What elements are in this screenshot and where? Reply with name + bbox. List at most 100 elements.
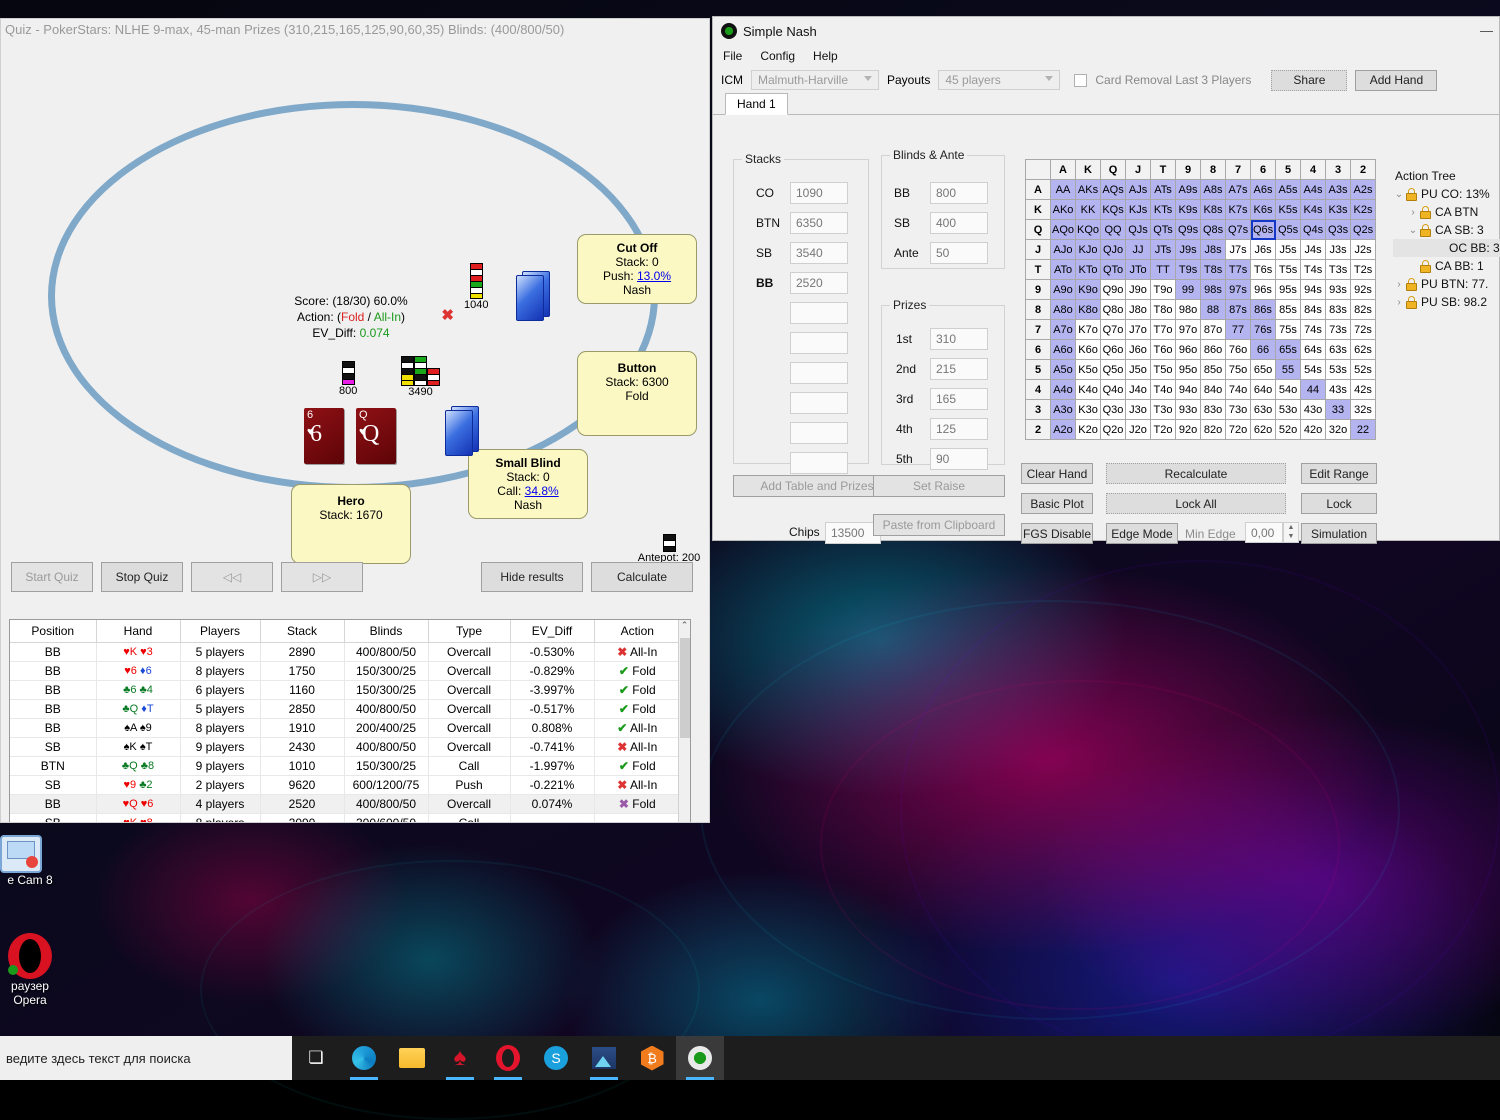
matrix-cell[interactable]: 94s bbox=[1300, 279, 1327, 300]
matrix-cell[interactable]: 85s bbox=[1275, 299, 1302, 320]
matrix-cell[interactable]: Q8s bbox=[1200, 219, 1227, 240]
matrix-cell[interactable]: 96o bbox=[1175, 339, 1202, 360]
matrix-cell[interactable]: K6o bbox=[1075, 339, 1102, 360]
matrix-cell[interactable]: K9o bbox=[1075, 279, 1102, 300]
matrix-cell[interactable]: Q2o bbox=[1100, 419, 1127, 440]
matrix-cell[interactable]: AQo bbox=[1049, 219, 1077, 240]
matrix-cell[interactable]: 86s bbox=[1250, 299, 1277, 320]
matrix-cell[interactable]: 72s bbox=[1350, 319, 1377, 340]
matrix-cell[interactable]: A4s bbox=[1300, 179, 1327, 200]
stack-value-field[interactable] bbox=[790, 302, 848, 324]
matrix-cell[interactable]: 32o bbox=[1325, 419, 1352, 440]
matrix-cell[interactable]: J6o bbox=[1125, 339, 1152, 360]
matrix-cell[interactable]: Q6s bbox=[1250, 219, 1277, 240]
chevron-right-icon[interactable]: › bbox=[1393, 297, 1405, 308]
icm-dropdown[interactable]: Malmuth-Harville bbox=[751, 70, 879, 90]
matrix-cell[interactable]: 84s bbox=[1300, 299, 1327, 320]
matrix-cell[interactable]: Q7o bbox=[1100, 319, 1127, 340]
taskbar-search-input[interactable]: ведите здесь текст для поиска bbox=[0, 1036, 292, 1080]
matrix-cell[interactable]: 84o bbox=[1200, 379, 1227, 400]
pokerstars-icon[interactable]: ♠ bbox=[436, 1036, 484, 1080]
matrix-cell[interactable]: 64s bbox=[1300, 339, 1327, 360]
lock-icon[interactable] bbox=[1419, 223, 1432, 237]
table-row[interactable]: SB ♥K ♥8 8 players 2090 300/600/50 Call bbox=[10, 813, 680, 822]
matrix-cell[interactable]: K8s bbox=[1200, 199, 1227, 220]
matrix-cell[interactable]: T4o bbox=[1150, 379, 1177, 400]
matrix-cell[interactable]: A7o bbox=[1049, 319, 1077, 340]
seat-small-blind[interactable]: Small Blind Stack: 0 Call: 34.8% Nash bbox=[468, 449, 588, 519]
matrix-cell[interactable]: AKo bbox=[1049, 199, 1077, 220]
matrix-cell[interactable]: J8o bbox=[1125, 299, 1152, 320]
action-tree-row[interactable]: › CA BTN bbox=[1393, 203, 1500, 221]
simple-nash-icon[interactable] bbox=[676, 1036, 724, 1080]
table-row[interactable]: BB ♠A ♠9 8 players 1910 200/400/25 Overcall 0.… bbox=[10, 718, 680, 738]
matrix-cell[interactable]: T9s bbox=[1175, 259, 1202, 280]
matrix-cell[interactable]: 82o bbox=[1200, 419, 1227, 440]
matrix-cell[interactable]: A9s bbox=[1175, 179, 1202, 200]
matrix-cell[interactable]: QJs bbox=[1125, 219, 1152, 240]
matrix-cell[interactable]: K5o bbox=[1075, 359, 1102, 380]
spinner-down-arrow[interactable]: ▼ bbox=[1284, 532, 1298, 541]
action-tree-row[interactable]: ⌄ PU CO: 13% bbox=[1393, 185, 1500, 203]
matrix-cell[interactable]: 74o bbox=[1225, 379, 1252, 400]
matrix-cell[interactable]: 92s bbox=[1350, 279, 1377, 300]
scrollbar-thumb[interactable] bbox=[680, 638, 690, 738]
matrix-cell[interactable]: 44 bbox=[1300, 379, 1327, 400]
stack-value-field[interactable]: 6350 bbox=[790, 212, 848, 234]
matrix-cell[interactable]: K5s bbox=[1275, 199, 1302, 220]
blind-value-field[interactable]: 50 bbox=[930, 242, 988, 264]
matrix-cell[interactable]: Q4o bbox=[1100, 379, 1127, 400]
matrix-cell[interactable]: 52o bbox=[1275, 419, 1302, 440]
matrix-cell[interactable]: AJs bbox=[1125, 179, 1152, 200]
matrix-cell[interactable]: QJo bbox=[1100, 239, 1127, 260]
matrix-cell[interactable]: A8o bbox=[1049, 299, 1077, 320]
matrix-cell[interactable]: J6s bbox=[1250, 239, 1277, 260]
stack-value-field[interactable]: 2520 bbox=[790, 272, 848, 294]
matrix-cell[interactable]: T5s bbox=[1275, 259, 1302, 280]
stack-value-field[interactable] bbox=[790, 392, 848, 414]
matrix-cell[interactable]: J2s bbox=[1350, 239, 1377, 260]
matrix-cell[interactable]: J2o bbox=[1125, 419, 1152, 440]
matrix-cell[interactable]: 72o bbox=[1225, 419, 1252, 440]
action-tree-row[interactable]: › PU SB: 98.2 bbox=[1393, 293, 1500, 311]
matrix-cell[interactable]: K3s bbox=[1325, 199, 1352, 220]
matrix-cell[interactable]: 87o bbox=[1200, 319, 1227, 340]
matrix-cell[interactable]: 94o bbox=[1175, 379, 1202, 400]
stack-value-field[interactable]: 3540 bbox=[790, 242, 848, 264]
matrix-cell[interactable]: A3s bbox=[1325, 179, 1352, 200]
spinner-up-arrow[interactable]: ▲ bbox=[1284, 523, 1298, 532]
prize-value-field[interactable]: 215 bbox=[930, 358, 988, 380]
action-tree-row[interactable]: OC BB: 3 bbox=[1393, 239, 1500, 257]
chevron-down-icon[interactable]: ⌄ bbox=[1407, 225, 1419, 236]
matrix-cell[interactable]: ATs bbox=[1150, 179, 1177, 200]
task-view-icon[interactable]: ❏ bbox=[292, 1036, 340, 1080]
menu-help[interactable]: Help bbox=[813, 49, 838, 63]
stack-value-field[interactable] bbox=[790, 362, 848, 384]
matrix-cell[interactable]: QTo bbox=[1100, 259, 1127, 280]
calculate-button[interactable]: Calculate bbox=[591, 562, 693, 592]
matrix-cell[interactable]: 96s bbox=[1250, 279, 1277, 300]
matrix-cell[interactable]: A2o bbox=[1049, 419, 1077, 440]
matrix-cell[interactable]: Q5s bbox=[1275, 219, 1302, 240]
card-removal-checkbox[interactable] bbox=[1074, 73, 1088, 87]
stack-value-field[interactable] bbox=[790, 422, 848, 444]
matrix-cell[interactable]: J9s bbox=[1175, 239, 1202, 260]
seat-action-value[interactable]: 13.0% bbox=[637, 269, 671, 283]
matrix-cell[interactable]: T3o bbox=[1150, 399, 1177, 420]
matrix-cell[interactable]: K2s bbox=[1350, 199, 1377, 220]
table-row[interactable]: BB ♣6 ♣4 6 players 1160 150/300/25 Overcall -3… bbox=[10, 680, 680, 700]
matrix-cell[interactable]: A8s bbox=[1200, 179, 1227, 200]
simulation-button[interactable]: Simulation bbox=[1301, 523, 1377, 544]
payouts-dropdown[interactable]: 45 players bbox=[938, 70, 1061, 90]
matrix-cell[interactable]: KK bbox=[1075, 199, 1102, 220]
lock-icon[interactable] bbox=[1419, 205, 1432, 219]
matrix-cell[interactable]: 62o bbox=[1250, 419, 1277, 440]
matrix-cell[interactable]: J5o bbox=[1125, 359, 1152, 380]
prev-hand-button[interactable]: ◁◁ bbox=[191, 562, 273, 592]
matrix-cell[interactable]: 55 bbox=[1275, 359, 1302, 380]
matrix-cell[interactable]: 65s bbox=[1275, 339, 1302, 360]
matrix-cell[interactable]: QTs bbox=[1150, 219, 1177, 240]
stack-value-field[interactable] bbox=[790, 452, 848, 474]
matrix-cell[interactable]: T6o bbox=[1150, 339, 1177, 360]
set-raise-button[interactable]: Set Raise bbox=[873, 475, 1005, 497]
